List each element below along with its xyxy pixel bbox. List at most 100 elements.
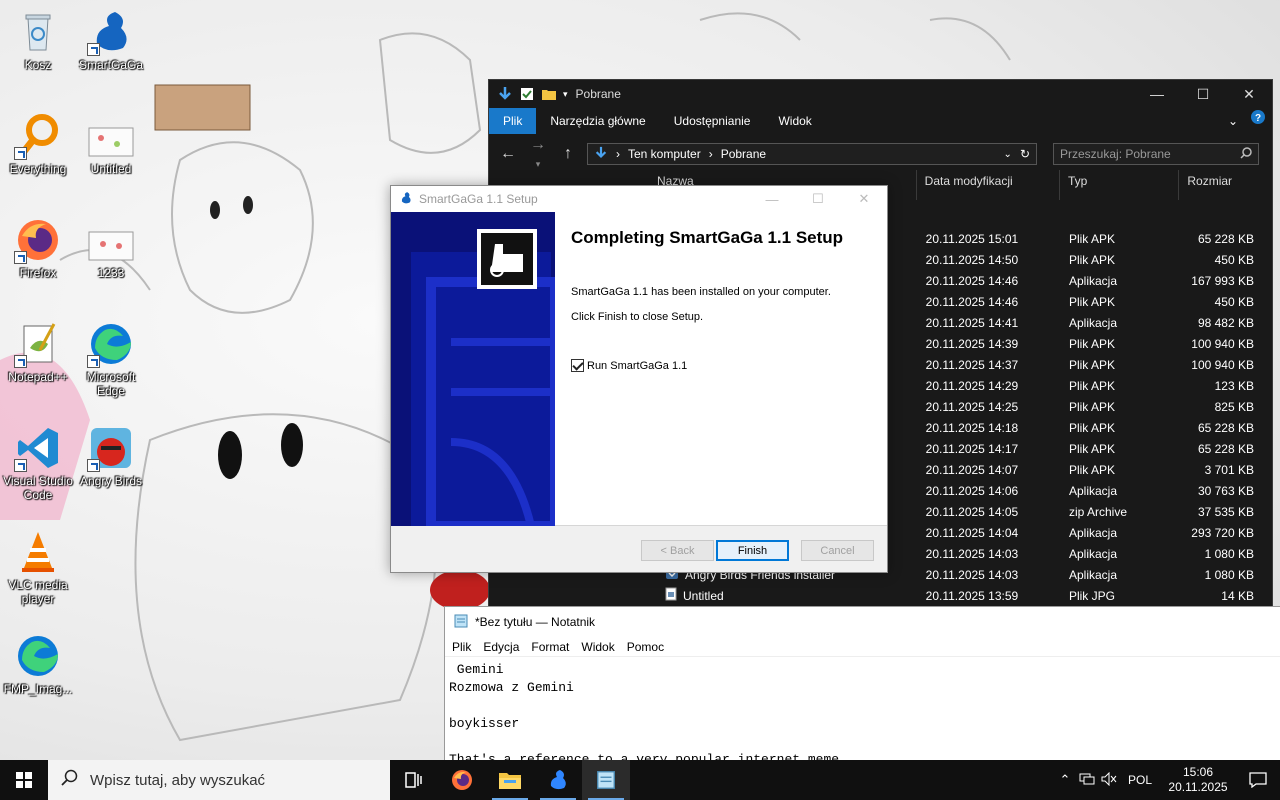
setup-title-bar[interactable]: SmartGaGa 1.1 Setup — ☐ ✕ bbox=[391, 186, 887, 212]
menu-help[interactable]: Pomoc bbox=[627, 640, 664, 654]
explorer-search-input[interactable]: Przeszukaj: Pobrane bbox=[1053, 143, 1259, 165]
minimize-button[interactable]: — bbox=[1134, 80, 1180, 108]
firefox-icon bbox=[14, 216, 62, 264]
file-type: Aplikacja bbox=[1068, 315, 1117, 330]
maximize-button[interactable]: ☐ bbox=[795, 186, 841, 212]
input-language[interactable]: POL bbox=[1120, 773, 1160, 787]
explorer-title-bar[interactable]: ▾ Pobrane — ☐ ✕ bbox=[489, 80, 1272, 108]
file-type: Plik APK bbox=[1068, 378, 1115, 393]
maximize-button[interactable]: ☐ bbox=[1180, 80, 1226, 108]
file-date: 20.11.2025 14:41 bbox=[925, 315, 1019, 330]
finish-button[interactable]: Finish bbox=[716, 540, 789, 561]
ribbon-tab-share[interactable]: Udostępnianie bbox=[660, 108, 765, 134]
desktop-icon-1233[interactable]: 1233 bbox=[73, 228, 149, 280]
quick-access-dropdown-icon[interactable]: ▾ bbox=[563, 89, 568, 100]
installer-banner bbox=[391, 212, 555, 526]
show-hidden-icons-chevron-icon[interactable]: ⌃ bbox=[1054, 772, 1076, 788]
download-arrow-icon bbox=[594, 146, 608, 163]
back-button[interactable]: < Back bbox=[641, 540, 714, 561]
task-view-button[interactable] bbox=[390, 760, 438, 800]
breadcrumb-downloads[interactable]: Pobrane bbox=[721, 147, 766, 161]
address-bar[interactable]: › Ten komputer › Pobrane ⌄ ↻ bbox=[587, 143, 1037, 165]
new-folder-icon[interactable] bbox=[541, 86, 557, 102]
properties-icon[interactable] bbox=[519, 86, 535, 102]
desktop-icon-label: Firefox bbox=[19, 266, 57, 280]
menu-edit[interactable]: Edycja bbox=[483, 640, 519, 654]
desktop-icon-vscode[interactable]: Visual Studio Code bbox=[0, 424, 76, 502]
setup-title: SmartGaGa 1.1 Setup bbox=[419, 192, 538, 206]
notepad-window[interactable]: *Bez tytułu — Notatnik Plik Edycja Forma… bbox=[444, 606, 1280, 769]
desktop-icon-firefox[interactable]: Firefox bbox=[0, 216, 76, 280]
desktop-icon-recycle-bin[interactable]: Kosz bbox=[0, 8, 76, 72]
file-size: 1 080 KB bbox=[1204, 546, 1254, 561]
notepad-text-area[interactable]: Gemini Rozmowa z Gemini boykisser That's… bbox=[445, 657, 1280, 769]
ribbon-tab-view[interactable]: Widok bbox=[764, 108, 825, 134]
file-type: Aplikacja bbox=[1068, 546, 1117, 561]
notifications-icon[interactable] bbox=[1236, 772, 1280, 788]
column-type[interactable]: Typ bbox=[1060, 170, 1180, 200]
ribbon-expand-icon[interactable]: ⌄ bbox=[1222, 108, 1244, 134]
notepad-title-bar[interactable]: *Bez tytułu — Notatnik bbox=[445, 607, 1280, 637]
close-button[interactable]: ✕ bbox=[841, 186, 887, 212]
desktop-icon-edge[interactable]: Microsoft Edge bbox=[73, 320, 149, 398]
file-type: Plik APK bbox=[1068, 294, 1115, 309]
taskbar-smartgaga[interactable] bbox=[534, 760, 582, 800]
vlc-cone-icon bbox=[14, 528, 62, 576]
forward-arrow-icon[interactable]: → ▾ bbox=[527, 136, 549, 172]
taskbar-firefox[interactable] bbox=[438, 760, 486, 800]
desktop-icon-label: Angry Birds bbox=[79, 474, 143, 488]
network-icon[interactable] bbox=[1076, 772, 1098, 789]
file-type: Aplikacja bbox=[1068, 567, 1117, 582]
desktop-icon-label: VLC media player bbox=[8, 578, 68, 606]
run-app-checkbox[interactable]: Run SmartGaGa 1.1 bbox=[571, 359, 687, 372]
file-size: 825 KB bbox=[1214, 399, 1254, 414]
menu-format[interactable]: Format bbox=[531, 640, 569, 654]
desktop-icon-everything[interactable]: Everything bbox=[0, 112, 76, 176]
close-button[interactable]: ✕ bbox=[1226, 80, 1272, 108]
column-date-modified[interactable]: Data modyfikacji bbox=[917, 170, 1060, 200]
column-size[interactable]: Rozmiar bbox=[1179, 170, 1262, 200]
folder-icon bbox=[499, 773, 521, 789]
download-arrow-icon[interactable] bbox=[497, 86, 513, 102]
taskbar: Wpisz tutaj, aby wyszukać ⌃ POL 15:06 20… bbox=[0, 760, 1280, 800]
table-row[interactable]: Untitled 20.11.2025 13:59 Plik JPG 14 KB bbox=[649, 585, 1262, 606]
file-date: 20.11.2025 14:46 bbox=[925, 273, 1019, 288]
back-arrow-icon[interactable]: ← bbox=[497, 145, 519, 163]
image-file-icon bbox=[87, 228, 135, 264]
clock[interactable]: 15:06 20.11.2025 bbox=[1160, 765, 1236, 795]
desktop-icon-untitled[interactable]: Untitled bbox=[73, 124, 149, 176]
taskbar-search-box[interactable]: Wpisz tutaj, aby wyszukać bbox=[48, 760, 390, 800]
taskbar-notepad[interactable] bbox=[582, 760, 630, 800]
breadcrumb-separator-icon: › bbox=[616, 147, 620, 161]
setup-content: Completing SmartGaGa 1.1 Setup SmartGaGa… bbox=[391, 212, 887, 526]
smartgaga-icon bbox=[399, 191, 413, 208]
desktop-icon-fmp-image[interactable]: FMP_Imag... bbox=[0, 632, 76, 696]
refresh-icon[interactable]: ↻ bbox=[1020, 147, 1036, 161]
checkbox-checked-icon[interactable] bbox=[571, 359, 584, 372]
start-button[interactable] bbox=[0, 760, 48, 800]
angry-birds-icon bbox=[87, 424, 135, 472]
desktop-icon-smartgaga[interactable]: SmartGaGa bbox=[73, 8, 149, 72]
file-type: Plik APK bbox=[1068, 420, 1115, 435]
menu-file[interactable]: Plik bbox=[452, 640, 471, 654]
taskbar-file-explorer[interactable] bbox=[486, 760, 534, 800]
desktop-icon-notepadpp[interactable]: Notepad++ bbox=[0, 320, 76, 384]
smartgaga-icon bbox=[550, 770, 566, 790]
ribbon-tab-home[interactable]: Narzędzia główne bbox=[536, 108, 659, 134]
clock-time: 15:06 bbox=[1182, 765, 1214, 779]
file-size: 37 535 KB bbox=[1197, 504, 1254, 519]
ribbon-tab-file[interactable]: Plik bbox=[489, 108, 537, 134]
notepad-title: *Bez tytułu — Notatnik bbox=[475, 615, 596, 629]
desktop-icon-angry-birds[interactable]: Angry Birds bbox=[73, 424, 149, 488]
desktop-icon-vlc[interactable]: VLC media player bbox=[0, 528, 76, 606]
menu-view[interactable]: Widok bbox=[581, 640, 614, 654]
setup-dialog[interactable]: SmartGaGa 1.1 Setup — ☐ ✕ Completing Sma… bbox=[390, 185, 888, 573]
address-dropdown-icon[interactable]: ⌄ bbox=[1004, 149, 1012, 160]
volume-muted-icon[interactable] bbox=[1098, 771, 1120, 789]
cancel-button[interactable]: Cancel bbox=[801, 540, 874, 561]
breadcrumb-this-pc[interactable]: Ten komputer bbox=[628, 147, 701, 161]
file-date: 20.11.2025 14:39 bbox=[925, 336, 1019, 351]
minimize-button[interactable]: — bbox=[749, 186, 795, 212]
up-arrow-icon[interactable]: ↑ bbox=[557, 145, 579, 163]
help-icon[interactable]: ? bbox=[1244, 108, 1272, 134]
